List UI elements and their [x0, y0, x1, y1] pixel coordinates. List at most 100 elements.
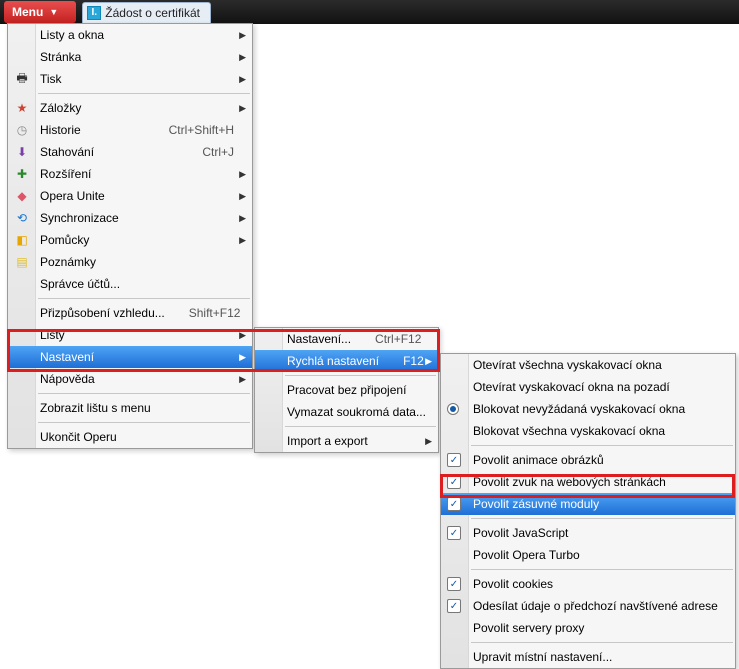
menu-item-label: Nastavení...: [287, 332, 351, 346]
menu-separator: [471, 569, 733, 570]
chevron-right-icon: ▶: [239, 74, 246, 85]
menu-separator: [471, 445, 733, 446]
menu-item-label: Rychlá nastavení: [287, 354, 379, 368]
menu-item[interactable]: Listy a okna ▶: [8, 24, 252, 46]
menu-item[interactable]: ✓Odesílat údaje o předchozí navštívené a…: [441, 595, 735, 617]
menu-item[interactable]: Otevírat vyskakovací okna na pozadí: [441, 376, 735, 398]
menu-item-label: Vymazat soukromá data...: [287, 405, 426, 419]
menu-item-label: Tisk: [40, 72, 234, 86]
menu-item-shortcut: Ctrl+J: [202, 145, 234, 159]
menu-item[interactable]: ✓ Povolit cookies: [441, 573, 735, 595]
menu-item-label: Povolit JavaScript: [473, 526, 717, 540]
menu-separator: [471, 518, 733, 519]
menu-item[interactable]: ⟲Synchronizace▶: [8, 207, 252, 229]
menu-item[interactable]: Správce účtů...: [8, 273, 252, 295]
menu-item[interactable]: Upravit místní nastavení...: [441, 646, 735, 668]
chevron-right-icon: ▶: [239, 352, 246, 363]
menu-separator: [38, 393, 250, 394]
menu-item[interactable]: Povolit Opera Turbo: [441, 544, 735, 566]
menu-item-label: Import a export: [287, 434, 420, 448]
tab-title: Žádost o certifikát: [105, 6, 200, 20]
menu-item-label: Otevírat vyskakovací okna na pozadí: [473, 380, 717, 394]
chevron-right-icon: ▶: [239, 235, 246, 246]
menu-item[interactable]: ⬇StahováníCtrl+J: [8, 141, 252, 163]
chevron-down-icon: ▼: [49, 7, 58, 17]
menu-item[interactable]: Nastavení... Ctrl+F12: [255, 328, 438, 350]
menu-item[interactable]: ★ Záložky ▶: [8, 97, 252, 119]
menu-item[interactable]: Přizpůsobení vzhledu...Shift+F12: [8, 302, 252, 324]
menu-item-label: Otevírat všechna vyskakovací okna: [473, 358, 717, 372]
menu-item[interactable]: ✓Povolit zvuk na webových stránkách: [441, 471, 735, 493]
menu-item-label: Ukončit Operu: [40, 430, 234, 444]
menu-item-label: Zobrazit lištu s menu: [40, 401, 234, 415]
menu-item-shortcut: Shift+F12: [189, 306, 241, 320]
menu-item[interactable]: Vymazat soukromá data...: [255, 401, 438, 423]
menu-item[interactable]: Lišty▶: [8, 324, 252, 346]
tab-favicon: I.: [87, 6, 101, 20]
chevron-right-icon: ▶: [239, 191, 246, 202]
menu-item[interactable]: Blokovat nevyžádaná vyskakovací okna: [441, 398, 735, 420]
menu-item[interactable]: Pracovat bez připojení: [255, 379, 438, 401]
menu-item[interactable]: ▤Poznámky: [8, 251, 252, 273]
checkbox-icon: ✓: [447, 577, 461, 591]
menu-item[interactable]: Nápověda▶: [8, 368, 252, 390]
menu-item[interactable]: Import a export ▶: [255, 430, 438, 452]
menu-item-label: Poznámky: [40, 255, 234, 269]
chevron-right-icon: ▶: [239, 374, 246, 385]
menu-separator: [285, 375, 436, 376]
ic-unite-icon: ◆: [13, 187, 31, 205]
menu-item[interactable]: Stránka ▶: [8, 46, 252, 68]
checkbox-icon: ✓: [447, 599, 461, 613]
opera-menu-button[interactable]: Menu ▼: [4, 1, 76, 23]
menu-item[interactable]: 🖶Tisk▶: [8, 68, 252, 90]
menu-item-label: Opera Unite: [40, 189, 234, 203]
menu-item[interactable]: Ukončit Operu: [8, 426, 252, 448]
menu-item-label: Povolit zásuvné moduly: [473, 497, 717, 511]
checkbox-icon: ✓: [447, 497, 461, 511]
menu-item[interactable]: ✓ Povolit animace obrázků: [441, 449, 735, 471]
ic-ext-icon: ✚: [13, 165, 31, 183]
menu-item-label: Blokovat nevyžádaná vyskakovací okna: [473, 402, 717, 416]
menu-item[interactable]: Otevírat všechna vyskakovací okna: [441, 354, 735, 376]
menu-item-label: Povolit cookies: [473, 577, 717, 591]
menu-item[interactable]: Zobrazit lištu s menu: [8, 397, 252, 419]
chevron-right-icon: ▶: [239, 30, 246, 41]
menu-separator: [38, 298, 250, 299]
menu-item-label: Záložky: [40, 101, 234, 115]
menu-item[interactable]: Rychlá nastaveníF12▶: [255, 350, 438, 372]
menu-item-label: Stránka: [40, 50, 234, 64]
quick-settings-submenu: Otevírat všechna vyskakovací okna Otevíra…: [440, 353, 736, 669]
menu-item[interactable]: Blokovat všechna vyskakovací okna: [441, 420, 735, 442]
menu-separator: [38, 422, 250, 423]
chevron-right-icon: ▶: [239, 52, 246, 63]
menu-item-label: Pracovat bez připojení: [287, 383, 420, 397]
menu-item[interactable]: ◷HistorieCtrl+Shift+H: [8, 119, 252, 141]
menu-item-label: Povolit zvuk na webových stránkách: [473, 475, 717, 489]
settings-submenu: Nastavení... Ctrl+F12 Rychlá nastaveníF12▶…: [254, 327, 439, 453]
chevron-right-icon: ▶: [239, 103, 246, 114]
chevron-right-icon: ▶: [425, 436, 432, 447]
menu-item-label: Povolit animace obrázků: [473, 453, 717, 467]
menu-item[interactable]: Nastavení▶: [8, 346, 252, 368]
ic-sync-icon: ⟲: [13, 209, 31, 227]
window-titlebar: Menu ▼ I. Žádost o certifikát: [0, 0, 739, 24]
ic-star-icon: ★: [13, 99, 31, 117]
menu-item[interactable]: ✓ Povolit JavaScript: [441, 522, 735, 544]
chevron-right-icon: ▶: [239, 169, 246, 180]
menu-item[interactable]: Povolit servery proxy: [441, 617, 735, 639]
menu-item-shortcut: Ctrl+F12: [375, 332, 421, 346]
browser-tab[interactable]: I. Žádost o certifikát: [82, 2, 211, 24]
menu-item-label: Historie: [40, 123, 145, 137]
menu-item[interactable]: ◧Pomůcky▶: [8, 229, 252, 251]
radio-icon: [447, 403, 459, 415]
menu-item[interactable]: ◆ Opera Unite ▶: [8, 185, 252, 207]
menu-item-label: Listy a okna: [40, 28, 234, 42]
menu-item-label: Správce účtů...: [40, 277, 234, 291]
menu-item[interactable]: ✚Rozšíření▶: [8, 163, 252, 185]
checkbox-icon: ✓: [447, 526, 461, 540]
menu-item[interactable]: ✓ Povolit zásuvné moduly: [441, 493, 735, 515]
menu-item-label: Lišty: [40, 328, 234, 342]
menu-item-label: Blokovat všechna vyskakovací okna: [473, 424, 717, 438]
ic-widget-icon: ◧: [13, 231, 31, 249]
checkbox-icon: ✓: [447, 453, 461, 467]
